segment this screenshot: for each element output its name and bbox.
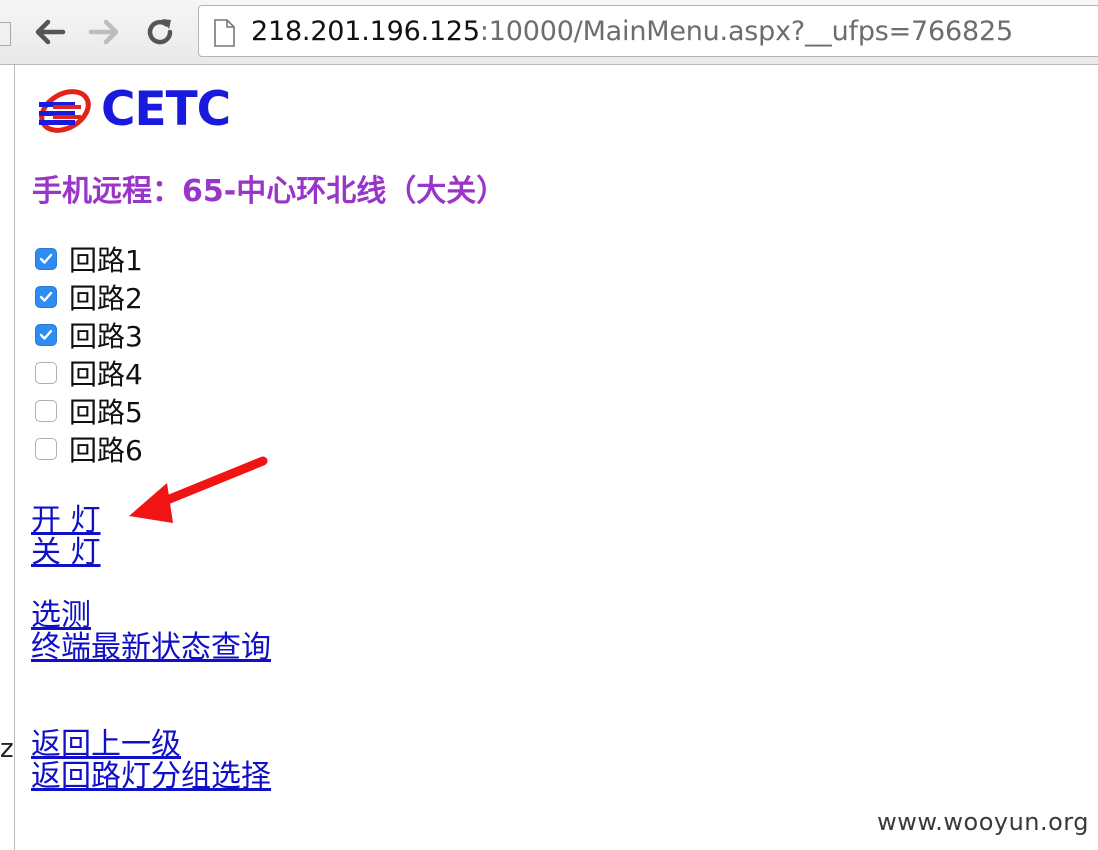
- terminal-status-link[interactable]: 终端最新状态查询: [31, 632, 271, 664]
- loop-checkbox[interactable]: [35, 248, 57, 270]
- checkmark-icon: [39, 253, 53, 264]
- loop-checkbox[interactable]: [35, 286, 57, 308]
- light-off-link[interactable]: 关 灯: [31, 537, 101, 569]
- forward-arrow-icon: [88, 19, 119, 45]
- loop-checkbox[interactable]: [35, 400, 57, 422]
- loop-checkbox-list: 回路1 回路2 回路3 回路4 回路5 回路6: [35, 240, 143, 468]
- url-text[interactable]: 218.201.196.125:10000/MainMenu.aspx?__uf…: [251, 15, 1013, 49]
- watermark: www.wooyun.org: [877, 808, 1089, 836]
- loop-item-2[interactable]: 回路2: [35, 278, 143, 316]
- loop-item-1[interactable]: 回路1: [35, 240, 143, 278]
- back-arrow-icon: [35, 19, 66, 45]
- edge-glyph: z: [0, 734, 14, 764]
- back-button[interactable]: [30, 12, 70, 52]
- url-host: 218.201.196.125: [251, 16, 480, 47]
- loop-label: 回路5: [69, 396, 143, 429]
- loop-item-3[interactable]: 回路3: [35, 316, 143, 354]
- page-icon: [214, 19, 235, 47]
- reload-button[interactable]: [140, 12, 180, 52]
- loop-label: 回路2: [69, 282, 143, 315]
- red-arrow-annotation: [129, 456, 268, 523]
- navigation-links: 返回上一级 返回路灯分组选择: [31, 729, 271, 793]
- page-title: 手机远程：65-中心环北线（大关）: [32, 174, 507, 209]
- checkmark-icon: [39, 329, 53, 340]
- loop-item-5[interactable]: 回路5: [35, 392, 143, 430]
- loop-label: 回路4: [69, 358, 143, 391]
- url-path: :10000/MainMenu.aspx?__ufps=766825: [479, 16, 1013, 47]
- logo-text: CETC: [101, 82, 231, 137]
- address-bar[interactable]: 218.201.196.125:10000/MainMenu.aspx?__uf…: [198, 5, 1098, 57]
- forward-button[interactable]: [84, 12, 124, 52]
- checkmark-icon: [39, 291, 53, 302]
- select-measure-link[interactable]: 选测: [31, 600, 271, 632]
- loop-label: 回路1: [69, 244, 143, 277]
- light-actions: 开 灯 关 灯: [31, 505, 101, 569]
- back-level-link[interactable]: 返回上一级: [31, 729, 271, 761]
- query-links: 选测 终端最新状态查询: [31, 600, 271, 664]
- reload-icon: [147, 19, 173, 45]
- light-on-link[interactable]: 开 灯: [31, 505, 101, 537]
- loop-checkbox[interactable]: [35, 438, 57, 460]
- loop-item-4[interactable]: 回路4: [35, 354, 143, 392]
- cetc-emblem-icon: [39, 89, 91, 133]
- page-content: CETC 手机远程：65-中心环北线（大关） 回路1 回路2 回路3 回路4 回…: [14, 65, 1098, 850]
- loop-checkbox[interactable]: [35, 324, 57, 346]
- back-groups-link[interactable]: 返回路灯分组选择: [31, 761, 271, 793]
- loop-label: 回路3: [69, 320, 143, 353]
- cetc-logo: CETC: [35, 82, 235, 138]
- loop-checkbox[interactable]: [35, 362, 57, 384]
- browser-toolbar: 218.201.196.125:10000/MainMenu.aspx?__uf…: [0, 0, 1098, 65]
- window-edge-tab: [0, 22, 11, 46]
